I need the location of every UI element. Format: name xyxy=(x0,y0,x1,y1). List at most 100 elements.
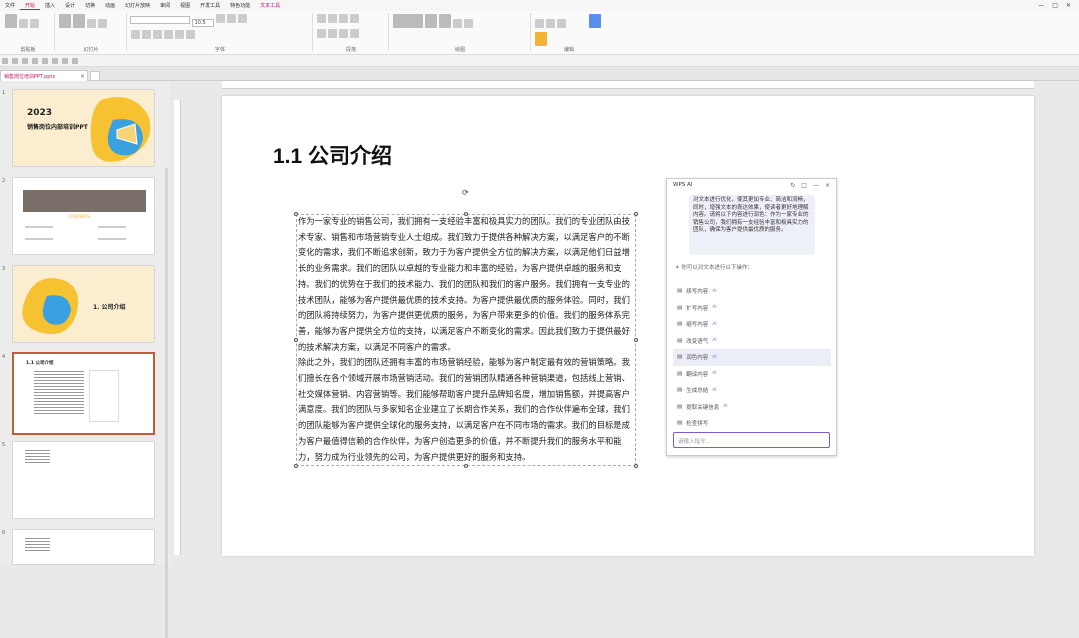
new-slide-icon[interactable] xyxy=(59,14,71,28)
align-center-icon[interactable] xyxy=(328,29,337,38)
resize-handle[interactable] xyxy=(634,338,638,342)
arrange-icon[interactable] xyxy=(425,14,437,28)
menu-developer[interactable]: 开发工具 xyxy=(195,2,225,9)
minimize-icon[interactable]: — xyxy=(1038,2,1044,9)
rotate-handle-icon[interactable]: ⟳ xyxy=(462,188,469,197)
collapse-icon[interactable]: — xyxy=(813,182,819,189)
ai-command-item[interactable]: ▤ 扩写内容 AI xyxy=(673,300,831,317)
slide-thumbnail-3[interactable]: 1. 公司介绍 xyxy=(12,265,155,343)
section-decoration xyxy=(22,278,79,335)
menu-insert[interactable]: 插入 xyxy=(40,2,60,9)
fill-icon[interactable] xyxy=(453,19,462,28)
microphone-icon[interactable] xyxy=(588,14,601,28)
resize-handle[interactable] xyxy=(294,212,298,216)
section-icon[interactable] xyxy=(98,19,107,28)
justify-icon[interactable] xyxy=(350,29,359,38)
resize-handle[interactable] xyxy=(294,464,298,468)
clear-format-icon[interactable] xyxy=(238,14,248,23)
resize-handle[interactable] xyxy=(294,338,298,342)
ai-assistant-icon[interactable] xyxy=(535,32,547,46)
thumbnail-number: 3 xyxy=(2,266,6,272)
customize-icon[interactable] xyxy=(72,57,78,64)
align-left-icon[interactable] xyxy=(317,29,326,38)
menu-review[interactable]: 审阅 xyxy=(155,2,175,9)
menu-features[interactable]: 特色功能 xyxy=(225,2,255,9)
copy-icon[interactable] xyxy=(30,19,39,28)
font-name-select[interactable] xyxy=(130,16,190,24)
preview-icon[interactable] xyxy=(42,57,48,64)
indent-icon[interactable] xyxy=(339,14,348,23)
layout-icon[interactable] xyxy=(73,14,85,28)
align-right-icon[interactable] xyxy=(339,29,348,38)
menu-animation[interactable]: 动画 xyxy=(100,2,120,9)
format-painter-icon[interactable] xyxy=(52,57,58,64)
menu-text-tools[interactable]: 文本工具 xyxy=(255,2,285,9)
ai-panel-title: WPS AI xyxy=(673,182,693,188)
outline-icon[interactable] xyxy=(464,19,473,28)
resize-handle[interactable] xyxy=(464,464,468,468)
ai-command-item[interactable]: ▤ 提取关键信息 AI xyxy=(673,399,831,416)
ai-command-item[interactable]: ▤ 生成总结 AI xyxy=(673,382,831,399)
quick-style-icon[interactable] xyxy=(439,14,451,28)
resize-handle[interactable] xyxy=(634,212,638,216)
menu-slideshow[interactable]: 幻灯片放映 xyxy=(120,2,155,9)
slide-title[interactable]: 1.1 公司介绍 xyxy=(273,140,392,170)
italic-icon[interactable] xyxy=(142,30,151,39)
refresh-icon[interactable]: ↻ xyxy=(790,182,795,189)
slide-body-text[interactable]: 作为一家专业的销售公司，我们拥有一支经验丰富和极具实力的团队。我们的专业团队由技… xyxy=(296,214,636,466)
slide-thumbnail-5[interactable] xyxy=(12,441,155,519)
ai-command-item[interactable]: ▤ 续写内容 AI xyxy=(673,283,831,300)
shapes-gallery[interactable] xyxy=(393,14,423,28)
select-icon[interactable] xyxy=(557,19,566,28)
menu-view[interactable]: 视图 xyxy=(175,2,195,9)
resize-handle[interactable] xyxy=(634,464,638,468)
save-icon[interactable] xyxy=(2,57,8,64)
numbering-icon[interactable] xyxy=(328,14,337,23)
cut-icon[interactable] xyxy=(19,19,28,28)
bold-icon[interactable] xyxy=(131,30,140,39)
font-size-select[interactable]: 10.5 xyxy=(191,19,214,27)
bullets-icon[interactable] xyxy=(317,14,326,23)
ai-command-item[interactable]: ▤ 改变语气 AI xyxy=(673,333,831,350)
print-icon[interactable] xyxy=(32,57,38,64)
close-tab-icon[interactable]: × xyxy=(80,73,85,80)
shadow-icon[interactable] xyxy=(175,30,184,39)
replace-icon[interactable] xyxy=(546,19,555,28)
ai-command-item-selected[interactable]: ▤ 润色内容 AI xyxy=(673,349,831,366)
maximize-icon[interactable]: □ xyxy=(1052,2,1058,9)
window-controls: — □ ✕ xyxy=(1038,2,1079,9)
font-color-icon[interactable] xyxy=(186,30,195,39)
undo-icon[interactable] xyxy=(12,57,18,64)
find-icon[interactable] xyxy=(535,19,544,28)
slide-canvas[interactable]: 1.1 公司介绍 ⟳ 作为一家专业的销售公司，我们拥有一支经验丰富和极具实力的团… xyxy=(222,96,1034,556)
paste-icon[interactable] xyxy=(5,14,17,28)
redo-icon[interactable] xyxy=(22,57,28,64)
shrink-font-icon[interactable] xyxy=(227,14,237,23)
underline-icon[interactable] xyxy=(153,30,162,39)
close-icon[interactable]: ✕ xyxy=(1066,2,1071,9)
grow-font-icon[interactable] xyxy=(216,14,226,23)
ai-command-item[interactable]: ▤ 缩写内容 AI xyxy=(673,316,831,333)
slide-thumbnail-6[interactable] xyxy=(12,529,155,565)
ai-command-item[interactable]: ▤ 检查拼写 xyxy=(673,415,831,432)
close-icon[interactable]: × xyxy=(825,182,830,189)
thumb-year: 2023 xyxy=(27,108,53,118)
menu-file[interactable]: 文件 xyxy=(0,2,20,9)
slide-thumbnail-1[interactable]: 2023 销售岗位内部培训PPT xyxy=(12,89,155,167)
strikethrough-icon[interactable] xyxy=(164,30,173,39)
line-spacing-icon[interactable] xyxy=(350,14,359,23)
slide-thumbnail-4[interactable]: 1.1 公司介绍 xyxy=(12,352,155,435)
spell-check-icon[interactable] xyxy=(62,57,68,64)
new-tab-button[interactable] xyxy=(90,71,100,81)
menu-home[interactable]: 开始 xyxy=(20,2,41,10)
menu-transition[interactable]: 切换 xyxy=(80,2,100,9)
copy-icon[interactable]: □ xyxy=(801,182,807,189)
file-tab[interactable]: 销售岗位培训PPT.pptx × xyxy=(0,70,88,81)
thumbnail-scrollbar[interactable] xyxy=(165,168,168,638)
ai-command-input[interactable]: 请输入指令... xyxy=(673,432,830,448)
reset-icon[interactable] xyxy=(87,19,96,28)
ai-command-item[interactable]: ▤ 翻译内容 AI xyxy=(673,366,831,383)
slide-thumbnail-2[interactable]: CONTENTS xyxy=(12,177,155,255)
resize-handle[interactable] xyxy=(464,212,468,216)
menu-design[interactable]: 设计 xyxy=(60,2,80,9)
